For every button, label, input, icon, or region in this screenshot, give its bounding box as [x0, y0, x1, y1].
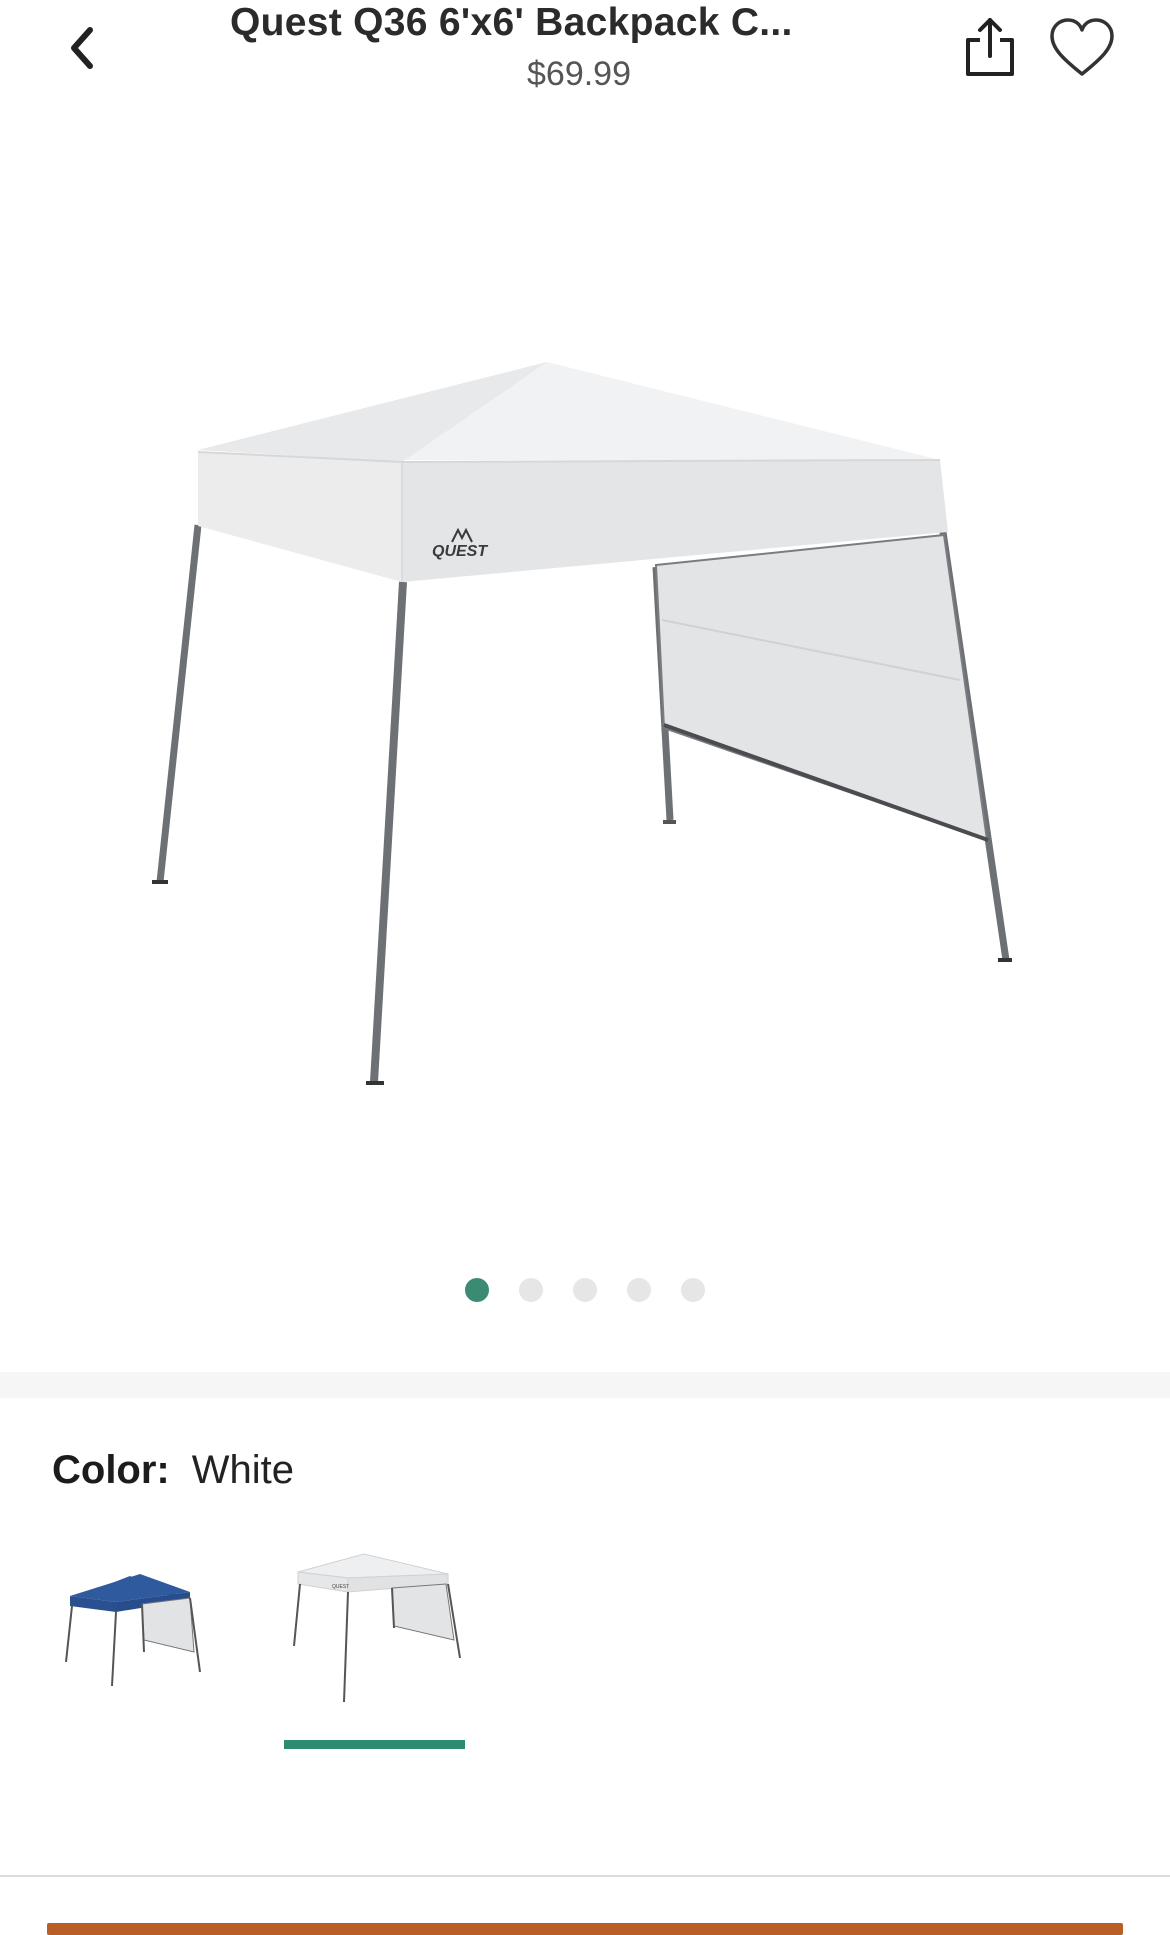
svg-text:QUEST: QUEST	[332, 1584, 349, 1590]
add-to-cart-button[interactable]	[47, 1923, 1123, 1935]
heart-icon	[1050, 18, 1114, 76]
favorite-button[interactable]	[1048, 16, 1116, 80]
blue-canopy-thumbnail	[65, 1574, 201, 1687]
pagination-dot-5[interactable]	[681, 1278, 705, 1302]
color-selector-heading: Color: White	[52, 1446, 294, 1494]
image-pagination	[0, 1278, 1170, 1302]
pagination-dot-1[interactable]	[465, 1278, 489, 1302]
canopy-logo: QUEST	[432, 543, 488, 560]
share-button[interactable]	[960, 14, 1020, 82]
product-title: Quest Q36 6'x6' Backpack C...	[230, 1, 793, 44]
canopy-image: QUEST	[152, 362, 1012, 1085]
color-swatch-blue[interactable]	[50, 1540, 210, 1700]
share-icon	[966, 18, 1014, 76]
product-image[interactable]: QUEST	[0, 320, 1170, 1120]
white-canopy-thumbnail: QUEST	[293, 1553, 461, 1703]
product-header: Quest Q36 6'x6' Backpack C... $69.99	[0, 0, 1170, 110]
color-selected-value: White	[191, 1448, 295, 1492]
color-swatch-white[interactable]: QUEST	[278, 1530, 470, 1710]
pagination-dot-2[interactable]	[519, 1278, 543, 1302]
selected-swatch-indicator	[284, 1740, 465, 1749]
section-separator	[0, 1372, 1170, 1398]
pagination-dot-3[interactable]	[573, 1278, 597, 1302]
color-label: Color:	[52, 1448, 170, 1492]
divider	[0, 1875, 1170, 1877]
pagination-dot-4[interactable]	[627, 1278, 651, 1302]
